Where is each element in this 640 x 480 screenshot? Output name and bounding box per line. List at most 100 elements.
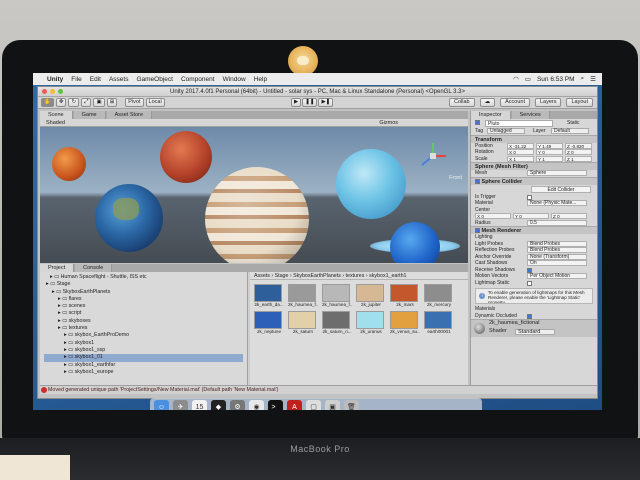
- scale-x-field[interactable]: X 1: [507, 155, 534, 162]
- asset-thumbnail[interactable]: 2k_haumea_f...: [288, 284, 318, 307]
- reflection-probes-dropdown[interactable]: Blend Probes: [527, 247, 587, 253]
- search-icon[interactable]: ⌕: [581, 75, 585, 83]
- planet-jupiter[interactable]: [205, 167, 309, 263]
- center-y-field[interactable]: Y 0: [513, 213, 549, 219]
- transform-tool-button[interactable]: ⊞: [106, 98, 118, 107]
- dock-terminal-icon[interactable]: >_: [268, 399, 283, 410]
- radius-field[interactable]: 0.5: [527, 219, 587, 226]
- center-x-field[interactable]: X 0: [475, 213, 511, 219]
- menu-help[interactable]: Help: [254, 76, 267, 83]
- planet-neptune[interactable]: [390, 222, 440, 263]
- breadcrumb[interactable]: Assets › Stage › SkyboxEarthPlanets › te…: [250, 272, 468, 280]
- dock-unity-icon[interactable]: ◆: [211, 399, 226, 410]
- step-button[interactable]: ▶❚: [318, 98, 334, 107]
- move-tool-button[interactable]: ✥: [55, 98, 67, 107]
- tab-inspector[interactable]: Inspector: [471, 111, 511, 119]
- orientation-gizmo-icon[interactable]: [418, 141, 448, 171]
- anchor-override-field[interactable]: None (Transform): [527, 253, 587, 260]
- tree-item[interactable]: ▸ ▭ Human Spaceflight - Shuttle, ISS etc: [44, 274, 243, 281]
- asset-thumbnail[interactable]: 2k_saturn_ri...: [322, 311, 352, 334]
- gizmos-dropdown[interactable]: Gizmos: [379, 119, 398, 127]
- tab-console[interactable]: Console: [75, 264, 113, 272]
- tag-dropdown[interactable]: Untagged: [487, 128, 525, 134]
- shader-dropdown[interactable]: Standard: [515, 329, 555, 335]
- static-toggle[interactable]: Static: [567, 119, 580, 128]
- dock-system-preferences-icon[interactable]: ⚙: [230, 399, 245, 410]
- menu-edit[interactable]: Edit: [90, 76, 101, 83]
- asset-thumbnail[interactable]: 2k_venus_su...: [390, 311, 420, 334]
- position-y-field[interactable]: Y 1.49: [536, 142, 563, 149]
- tree-item[interactable]: ▸ ▭ Stage: [44, 281, 243, 288]
- maximize-window-button[interactable]: [58, 89, 63, 94]
- is-trigger-checkbox[interactable]: [527, 194, 532, 200]
- planet-earth[interactable]: [95, 184, 163, 252]
- receive-shadows-checkbox[interactable]: [527, 267, 532, 273]
- lighting-foldout[interactable]: Lighting: [475, 234, 493, 240]
- dynamic-occluded-checkbox[interactable]: [527, 313, 532, 319]
- object-name-field[interactable]: Pluto: [485, 120, 553, 127]
- tree-item[interactable]: ▸ ▭ scenes: [44, 303, 243, 310]
- clock[interactable]: Sun 6:53 PM: [537, 76, 575, 83]
- scale-tool-button[interactable]: ⤢: [81, 98, 92, 107]
- menu-window[interactable]: Window: [223, 76, 246, 83]
- battery-icon[interactable]: ▭: [525, 75, 531, 83]
- dock-acrobat-icon[interactable]: A: [287, 399, 302, 410]
- rotate-tool-button[interactable]: ↻: [68, 98, 80, 107]
- object-active-checkbox[interactable]: [475, 120, 480, 126]
- layers-dropdown[interactable]: Layers: [534, 98, 562, 107]
- cast-shadows-dropdown[interactable]: On: [527, 260, 587, 266]
- tree-item[interactable]: ▸ ▭ skybox1_earthfar: [44, 362, 243, 369]
- material-section[interactable]: 2k_haumea_fictional Shader Standard: [471, 319, 597, 337]
- cloud-icon[interactable]: ☁: [479, 98, 496, 107]
- mesh-filter-header[interactable]: Sphere (Mesh Filter): [471, 162, 597, 170]
- asset-thumbnail[interactable]: earth00001: [424, 311, 454, 334]
- account-dropdown[interactable]: Account: [500, 98, 530, 107]
- tree-item[interactable]: ▸ ▭ skyboxes: [44, 318, 243, 325]
- pivot-toggle[interactable]: Pivot: [125, 98, 144, 107]
- dock-calendar-icon[interactable]: 15: [192, 399, 207, 410]
- asset-thumbnail[interactable]: 2k_earth_da...: [254, 284, 284, 307]
- tree-item[interactable]: ▸ ▭ skybox1_01: [44, 354, 243, 362]
- edit-collider-button[interactable]: Edit Collider: [531, 185, 591, 193]
- asset-thumbnail[interactable]: 2k_haumea_f...: [322, 284, 352, 307]
- planet-uranus[interactable]: [336, 149, 406, 219]
- scale-y-field[interactable]: Y 1: [536, 155, 563, 162]
- planet-mars[interactable]: [160, 131, 212, 183]
- mesh-renderer-header[interactable]: Mesh Renderer: [471, 226, 597, 234]
- tab-services[interactable]: Services: [511, 111, 550, 119]
- position-z-field[interactable]: Z -0.820: [565, 142, 592, 149]
- center-z-field[interactable]: Z 0: [551, 213, 587, 219]
- menu-assets[interactable]: Assets: [109, 76, 129, 83]
- sphere-collider-header[interactable]: Sphere Collider: [471, 176, 597, 185]
- collab-dropdown[interactable]: Collab: [449, 98, 475, 107]
- close-window-button[interactable]: [42, 89, 47, 94]
- asset-thumbnail[interactable]: 2k_mars: [390, 284, 420, 307]
- scale-z-field[interactable]: Z 1: [565, 155, 592, 162]
- hand-tool-button[interactable]: ✋: [41, 98, 54, 107]
- menu-app-name[interactable]: Unity: [47, 76, 63, 83]
- shading-mode-dropdown[interactable]: Shaded: [46, 120, 65, 126]
- tree-item[interactable]: ▸ ▭ skybox1_ssp: [44, 347, 243, 354]
- tree-item[interactable]: ▸ ▭ skybox_EarthProDemo: [44, 332, 243, 339]
- asset-thumbnail[interactable]: 2k_neptune: [254, 311, 284, 334]
- tree-item[interactable]: ▸ ▭ SkyboxEarthPlanets: [44, 289, 243, 296]
- dock-trash-icon[interactable]: 🗑: [344, 399, 359, 410]
- materials-foldout[interactable]: Materials: [475, 306, 495, 312]
- local-toggle[interactable]: Local: [145, 98, 165, 107]
- collider-enabled-checkbox[interactable]: [475, 178, 480, 184]
- menu-file[interactable]: File: [71, 76, 81, 83]
- status-bar[interactable]: Moved generated unique path 'ProjectSett…: [40, 385, 597, 394]
- asset-thumbnail[interactable]: 2k_jupiter: [356, 284, 386, 307]
- rotation-x-field[interactable]: X 0: [507, 149, 534, 155]
- dock-preview-icon[interactable]: ▢: [306, 399, 321, 410]
- rotation-z-field[interactable]: Z 0: [565, 149, 592, 155]
- tab-game[interactable]: Game: [73, 111, 106, 119]
- tree-item[interactable]: ▸ ▭ skybox1_europe: [44, 369, 243, 376]
- planet-orange[interactable]: [52, 147, 86, 181]
- layout-dropdown[interactable]: Layout: [566, 98, 593, 107]
- play-button[interactable]: ▶: [291, 98, 302, 107]
- tab-project[interactable]: Project: [40, 264, 75, 272]
- wifi-icon[interactable]: ◠: [513, 75, 519, 83]
- transform-header[interactable]: Transform: [471, 134, 597, 143]
- tree-item[interactable]: ▸ ▭ skybox1: [44, 340, 243, 347]
